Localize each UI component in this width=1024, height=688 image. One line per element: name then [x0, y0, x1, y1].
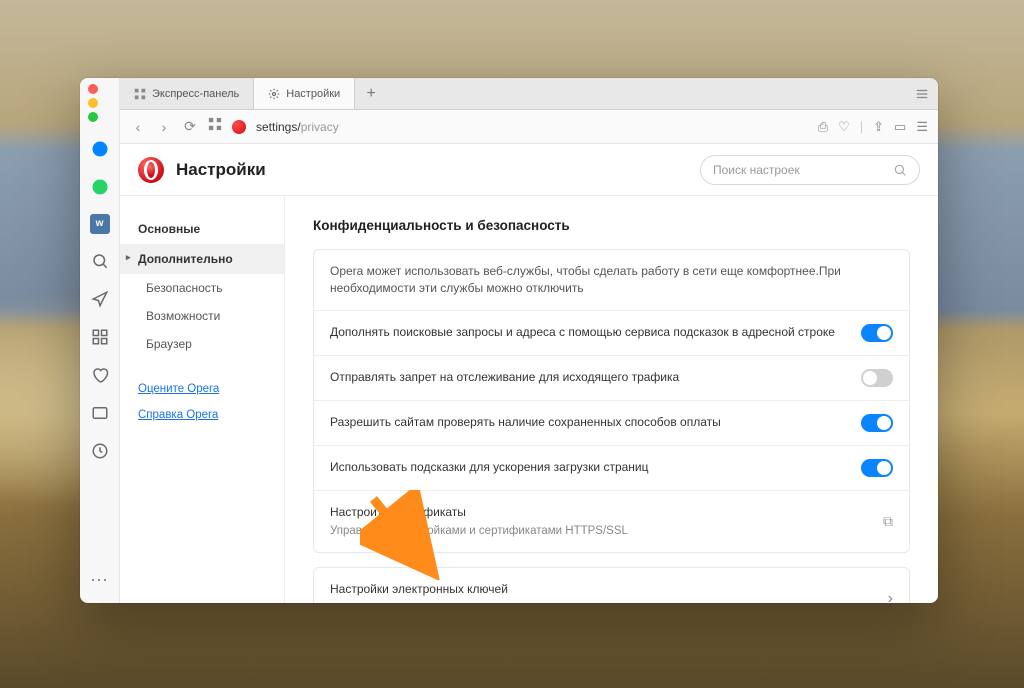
nav-security[interactable]: Безопасность [120, 274, 284, 302]
share-icon[interactable]: ⇪ [873, 119, 884, 135]
tab-label: Экспресс-панель [152, 88, 239, 100]
reload-button[interactable]: ⟳ [182, 118, 198, 135]
nav-help-opera[interactable]: Справка Opera [120, 402, 284, 428]
whatsapp-icon[interactable] [89, 176, 111, 198]
toggle-do-not-track[interactable] [861, 369, 893, 387]
grid-icon [134, 88, 146, 100]
opera-icon [232, 120, 246, 134]
setting-security-keys[interactable]: Настройки электронных ключей Сбросьте на… [314, 568, 909, 603]
info-text: Opera может использовать веб-службы, что… [314, 250, 909, 310]
setting-page-preload: Использовать подсказки для ускорения заг… [314, 445, 909, 490]
setting-do-not-track: Отправлять запрет на отслеживание для ис… [314, 355, 909, 400]
nav-browser[interactable]: Браузер [120, 330, 284, 358]
row-title: Настройки электронных ключей [330, 581, 874, 598]
window-controls [80, 84, 119, 122]
privacy-card: Opera может использовать веб-службы, что… [313, 249, 910, 553]
row-subtitle: Управление настройками и сертификатами H… [330, 523, 869, 539]
toggle-page-preload[interactable] [861, 459, 893, 477]
gear-icon [268, 88, 280, 100]
url-base: settings/ [256, 120, 301, 134]
keys-card: Настройки электронных ключей Сбросьте на… [313, 567, 910, 603]
row-title: Настроить сертификаты [330, 504, 869, 521]
tab-bar: Экспресс-панель Настройки + [120, 78, 938, 110]
settings-main: Конфиденциальность и безопасность Opera … [285, 196, 938, 603]
minimize-window-button[interactable] [88, 98, 98, 108]
speed-dial-icon[interactable] [208, 117, 222, 136]
messenger-icon[interactable] [89, 138, 111, 160]
tabs-menu-icon[interactable] [906, 78, 938, 109]
chevron-right-icon: › [888, 590, 893, 603]
nav-rate-opera[interactable]: Оцените Opera [120, 376, 284, 402]
snapshot-icon[interactable]: ⎙ [818, 119, 828, 135]
toggle-payment-check[interactable] [861, 414, 893, 432]
forward-button[interactable]: › [156, 119, 172, 135]
settings-header: Настройки Поиск настроек [120, 144, 938, 196]
settings-nav: Основные Дополнительно Безопасность Возм… [120, 196, 285, 603]
url-path: privacy [301, 120, 339, 134]
nav-advanced[interactable]: Дополнительно [120, 244, 284, 274]
maximize-window-button[interactable] [88, 112, 98, 122]
close-window-button[interactable] [88, 84, 98, 94]
address-bar: ‹ › ⟳ settings/privacy ⎙ ♡ | ⇪ ▭ ☰ [120, 110, 938, 144]
tab-label: Настройки [286, 88, 340, 100]
easy-setup-icon[interactable]: ☰ [916, 119, 928, 135]
section-heading: Конфиденциальность и безопасность [313, 218, 910, 233]
search-placeholder: Поиск настроек [713, 163, 800, 177]
history-icon[interactable] [89, 440, 111, 462]
tab-speed-dial[interactable]: Экспресс-панель [120, 78, 254, 109]
back-button[interactable]: ‹ [130, 119, 146, 135]
vk-icon[interactable]: w [90, 214, 110, 234]
tab-settings[interactable]: Настройки [254, 78, 355, 109]
search-icon [893, 163, 907, 177]
send-icon[interactable] [89, 288, 111, 310]
nav-basic[interactable]: Основные [120, 214, 284, 244]
url-field[interactable]: settings/privacy [256, 120, 808, 134]
browser-sidebar: w ⋯ [80, 78, 120, 603]
setting-certificates[interactable]: Настроить сертификаты Управление настрой… [314, 490, 909, 553]
toggle-search-suggestions[interactable] [861, 324, 893, 342]
new-tab-button[interactable]: + [355, 78, 387, 109]
external-link-icon[interactable]: ⧉ [883, 513, 893, 530]
opera-logo [138, 157, 164, 183]
row-subtitle: Сбросьте настройки электронных ключей и … [330, 601, 874, 603]
browser-window: Экспресс-панель Настройки + ‹ › ⟳ settin… [80, 78, 938, 603]
nav-features[interactable]: Возможности [120, 302, 284, 330]
setting-search-suggestions: Дополнять поисковые запросы и адреса с п… [314, 310, 909, 355]
settings-search[interactable]: Поиск настроек [700, 155, 920, 185]
heart-icon[interactable]: ♡ [838, 119, 850, 135]
grid-icon[interactable] [89, 326, 111, 348]
heart-icon[interactable] [89, 364, 111, 386]
battery-icon[interactable]: ▭ [894, 119, 906, 135]
setting-payment-check: Разрешить сайтам проверять наличие сохра… [314, 400, 909, 445]
chat-icon[interactable] [89, 402, 111, 424]
page-title: Настройки [176, 160, 266, 180]
more-sidebar-icon[interactable]: ⋯ [90, 570, 109, 591]
search-sidebar-icon[interactable] [89, 250, 111, 272]
